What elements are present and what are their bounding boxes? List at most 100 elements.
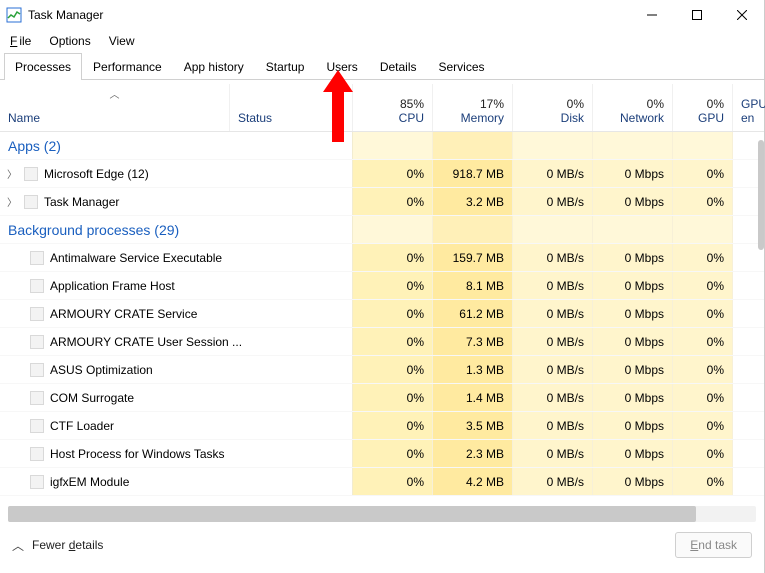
end-task-button[interactable]: End task xyxy=(675,532,752,558)
cell-cpu: 0% xyxy=(353,468,433,495)
process-name: Antimalware Service Executable xyxy=(50,251,222,265)
table-row[interactable]: CTF Loader 0% 3.5 MB 0 MB/s 0 Mbps 0% xyxy=(0,412,764,440)
tab-details[interactable]: Details xyxy=(369,53,428,80)
cell-cpu: 0% xyxy=(353,328,433,355)
cell-network: 0 Mbps xyxy=(593,440,673,467)
vertical-scrollbar[interactable] xyxy=(758,140,764,250)
cell-memory: 1.4 MB xyxy=(433,384,513,411)
column-header-row: ︿ Name Status 85% CPU 17% Memory 0% Disk… xyxy=(0,84,764,132)
cell-gpu: 0% xyxy=(673,328,733,355)
cell-disk xyxy=(513,132,593,159)
cell-memory: 4.2 MB xyxy=(433,468,513,495)
window-title: Task Manager xyxy=(28,8,103,22)
column-header-network[interactable]: 0% Network xyxy=(593,84,673,131)
cell-name: Host Process for Windows Tasks xyxy=(0,440,353,467)
cell-memory xyxy=(433,216,513,243)
table-row[interactable]: 〉 Task Manager 0% 3.2 MB 0 MB/s 0 Mbps 0… xyxy=(0,188,764,216)
group-header[interactable]: Background processes (29) xyxy=(0,216,764,244)
process-icon xyxy=(30,307,44,321)
column-header-disk[interactable]: 0% Disk xyxy=(513,84,593,131)
process-name: CTF Loader xyxy=(50,419,114,433)
group-header[interactable]: Apps (2) xyxy=(0,132,764,160)
maximize-button[interactable] xyxy=(674,0,719,30)
cell-cpu xyxy=(353,132,433,159)
column-header-gpu-engine[interactable]: GPU en xyxy=(733,84,764,131)
table-row[interactable]: Application Frame Host 0% 8.1 MB 0 MB/s … xyxy=(0,272,764,300)
cell-name: ARMOURY CRATE User Session ... xyxy=(0,328,353,355)
cell-cpu: 0% xyxy=(353,412,433,439)
tab-startup[interactable]: Startup xyxy=(255,53,316,80)
cell-disk: 0 MB/s xyxy=(513,160,593,187)
cell-gpu: 0% xyxy=(673,244,733,271)
process-icon xyxy=(24,167,38,181)
cell-name: ASUS Optimization xyxy=(0,356,353,383)
cell-name: CTF Loader xyxy=(0,412,353,439)
process-name: ARMOURY CRATE Service xyxy=(50,307,197,321)
tab-processes[interactable]: Processes xyxy=(4,53,82,80)
table-row[interactable]: COM Surrogate 0% 1.4 MB 0 MB/s 0 Mbps 0% xyxy=(0,384,764,412)
column-header-gpu[interactable]: 0% GPU xyxy=(673,84,733,131)
menu-bar: File Options View xyxy=(0,30,764,52)
horizontal-scrollbar-thumb[interactable] xyxy=(8,506,696,522)
expand-icon[interactable]: 〉 xyxy=(6,194,18,209)
column-header-status[interactable]: Status xyxy=(230,84,353,131)
table-row[interactable]: ARMOURY CRATE User Session ... 0% 7.3 MB… xyxy=(0,328,764,356)
process-icon xyxy=(30,335,44,349)
cell-network xyxy=(593,216,673,243)
cell-cpu: 0% xyxy=(353,272,433,299)
tab-services[interactable]: Services xyxy=(428,53,496,80)
app-icon xyxy=(6,7,22,23)
cell-network: 0 Mbps xyxy=(593,384,673,411)
cell-disk: 0 MB/s xyxy=(513,356,593,383)
table-row[interactable]: ASUS Optimization 0% 1.3 MB 0 MB/s 0 Mbp… xyxy=(0,356,764,384)
table-row[interactable]: igfxEM Module 0% 4.2 MB 0 MB/s 0 Mbps 0% xyxy=(0,468,764,496)
table-row[interactable]: 〉 Microsoft Edge (12) 0% 918.7 MB 0 MB/s… xyxy=(0,160,764,188)
cell-name: COM Surrogate xyxy=(0,384,353,411)
cell-disk: 0 MB/s xyxy=(513,440,593,467)
column-header-memory[interactable]: 17% Memory xyxy=(433,84,513,131)
column-header-cpu[interactable]: 85% CPU xyxy=(353,84,433,131)
menu-options[interactable]: Options xyxy=(47,32,92,50)
tab-users[interactable]: Users xyxy=(315,53,368,80)
group-title: Background processes (29) xyxy=(0,216,353,243)
cell-disk: 0 MB/s xyxy=(513,272,593,299)
cell-network: 0 Mbps xyxy=(593,356,673,383)
process-name: Microsoft Edge (12) xyxy=(44,167,149,181)
tab-performance[interactable]: Performance xyxy=(82,53,173,80)
table-row[interactable]: Host Process for Windows Tasks 0% 2.3 MB… xyxy=(0,440,764,468)
cell-disk: 0 MB/s xyxy=(513,412,593,439)
cell-name: ARMOURY CRATE Service xyxy=(0,300,353,327)
group-title: Apps (2) xyxy=(0,132,353,159)
cell-disk xyxy=(513,216,593,243)
menu-file[interactable]: File xyxy=(6,32,33,50)
cell-network: 0 Mbps xyxy=(593,160,673,187)
horizontal-scrollbar[interactable] xyxy=(8,506,756,522)
process-name: COM Surrogate xyxy=(50,391,134,405)
table-row[interactable]: Antimalware Service Executable 0% 159.7 … xyxy=(0,244,764,272)
cell-memory: 1.3 MB xyxy=(433,356,513,383)
cell-cpu: 0% xyxy=(353,384,433,411)
cell-network: 0 Mbps xyxy=(593,328,673,355)
cell-network: 0 Mbps xyxy=(593,188,673,215)
close-button[interactable] xyxy=(719,0,764,30)
cell-memory: 8.1 MB xyxy=(433,272,513,299)
column-header-name[interactable]: ︿ Name xyxy=(0,84,230,131)
minimize-button[interactable] xyxy=(629,0,674,30)
fewer-details-button[interactable]: ︿ Fewer details xyxy=(12,537,103,554)
process-icon xyxy=(30,475,44,489)
cell-cpu: 0% xyxy=(353,356,433,383)
cell-gpu: 0% xyxy=(673,160,733,187)
cell-gpu xyxy=(673,216,733,243)
menu-view[interactable]: View xyxy=(107,32,137,50)
title-bar: Task Manager xyxy=(0,0,764,30)
table-row[interactable]: ARMOURY CRATE Service 0% 61.2 MB 0 MB/s … xyxy=(0,300,764,328)
chevron-up-icon: ︿ xyxy=(12,537,24,554)
footer-bar: ︿ Fewer details End task xyxy=(0,522,764,568)
expand-icon[interactable]: 〉 xyxy=(6,166,18,181)
cell-gpu: 0% xyxy=(673,188,733,215)
cell-cpu: 0% xyxy=(353,300,433,327)
cell-disk: 0 MB/s xyxy=(513,468,593,495)
cell-network: 0 Mbps xyxy=(593,412,673,439)
tab-app-history[interactable]: App history xyxy=(173,53,255,80)
cell-name: Application Frame Host xyxy=(0,272,353,299)
